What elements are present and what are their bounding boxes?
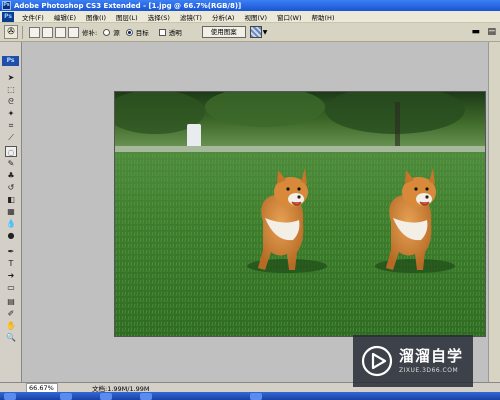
blur-tool-icon[interactable]: 💧: [5, 218, 17, 229]
menu-edit[interactable]: 编辑(E): [49, 12, 81, 22]
window-title: Adobe Photoshop CS3 Extended - [1.jpg @ …: [14, 1, 242, 10]
target-label: 目标: [135, 29, 149, 37]
menu-window[interactable]: 窗口(W): [272, 12, 307, 22]
new-selection-mode-button[interactable]: [29, 26, 40, 38]
shape-tool-icon[interactable]: ▭: [5, 282, 17, 293]
watermark-name: 溜溜自学: [399, 347, 464, 365]
menu-filter[interactable]: 滤镜(T): [175, 12, 207, 22]
photoshop-app-icon: Ps: [2, 1, 11, 10]
dodge-tool-icon[interactable]: ●: [5, 230, 17, 241]
zoom-level-field[interactable]: 66.67%: [26, 382, 58, 393]
pattern-picker-swatch[interactable]: [249, 26, 262, 38]
eraser-tool-icon[interactable]: ◧: [5, 194, 17, 205]
ps-menu-icon[interactable]: Ps: [2, 11, 14, 22]
slice-tool-icon[interactable]: ⟋: [5, 132, 17, 143]
options-divider: [22, 25, 23, 39]
menu-layer[interactable]: 图层(L): [111, 12, 143, 22]
menu-file[interactable]: 文件(F): [17, 12, 49, 22]
eyedropper-tool-icon[interactable]: ✐: [5, 308, 17, 319]
transparent-label: 透明: [168, 29, 182, 37]
menu-analysis[interactable]: 分析(A): [207, 12, 240, 22]
subtract-selection-mode-button[interactable]: [55, 26, 66, 38]
menu-image[interactable]: 图像(I): [81, 12, 111, 22]
site-watermark: 溜溜自学 ZIXUE.3D66.COM: [353, 335, 473, 387]
intersect-selection-mode-button[interactable]: [68, 26, 79, 38]
history-brush-tool-icon[interactable]: ↺: [5, 182, 17, 193]
lasso-tool-icon[interactable]: ᘓ: [5, 96, 17, 107]
taskbar-app-icon[interactable]: [60, 393, 72, 400]
source-radio[interactable]: [103, 28, 111, 36]
document-size-info[interactable]: 文档:1.99M/1.99M: [92, 383, 150, 393]
repair-label: 修补:: [82, 29, 98, 37]
play-logo-icon: [361, 345, 393, 377]
gradient-tool-icon[interactable]: ▦: [5, 206, 17, 217]
taskbar-app-icon[interactable]: [100, 393, 112, 400]
menu-help[interactable]: 帮助(H): [307, 12, 340, 22]
notes-tool-icon[interactable]: ▤: [5, 296, 17, 307]
marquee-tool-icon[interactable]: ⬚: [5, 84, 17, 95]
source-label: 源: [113, 29, 120, 37]
brushes-palette-icon[interactable]: ▬: [471, 27, 480, 37]
brush-tool-icon[interactable]: ✎: [5, 158, 17, 169]
crop-tool-icon[interactable]: ⌗: [5, 120, 17, 131]
move-tool-icon[interactable]: ➤: [5, 72, 17, 83]
watermark-url: ZIXUE.3D66.COM: [399, 367, 459, 374]
patch-tool-icon[interactable]: ◌: [5, 146, 17, 157]
pen-tool-icon[interactable]: ✒: [5, 246, 17, 257]
hand-tool-icon[interactable]: ✋: [5, 320, 17, 331]
menu-select[interactable]: 选择(S): [143, 12, 175, 22]
taskbar-app-icon[interactable]: [140, 393, 152, 400]
taskbar-app-icon[interactable]: [250, 393, 262, 400]
start-button-icon[interactable]: [4, 393, 16, 400]
type-tool-icon[interactable]: T: [5, 258, 17, 269]
use-pattern-button[interactable]: 使用图案: [201, 26, 246, 38]
patch-tool-preset-icon[interactable]: ✇: [4, 25, 18, 39]
target-radio[interactable]: [125, 28, 133, 36]
document-image[interactable]: [114, 91, 486, 337]
toolbox: Ps ➤ ⬚ ᘓ ✦ ⌗ ⟋ ◌ ✎ ♣ ↺ ◧ ▦ 💧 ● ✒ T ➜ ▭ ▤…: [0, 42, 22, 400]
zoom-tool-icon[interactable]: 🔍: [5, 332, 17, 343]
shiba-photo: [115, 92, 485, 336]
magic-wand-tool-icon[interactable]: ✦: [5, 108, 17, 119]
add-selection-mode-button[interactable]: [42, 26, 53, 38]
chevron-down-icon[interactable]: ▼: [263, 29, 268, 36]
windows-taskbar: [0, 392, 500, 400]
options-bar: ✇ 修补: 源 目标 透明 使用图案 ▼ ▬ ▤: [0, 23, 500, 42]
menu-bar: Ps 文件(F) 编辑(E) 图像(I) 图层(L) 选择(S) 滤镜(T) 分…: [0, 11, 500, 23]
menu-view[interactable]: 视图(V): [239, 12, 272, 22]
ps-badge-icon: Ps: [2, 56, 19, 66]
clone-stamp-tool-icon[interactable]: ♣: [5, 170, 17, 181]
transparent-checkbox[interactable]: [158, 28, 166, 36]
vertical-scrollbar[interactable]: [488, 42, 500, 382]
workspace-icon[interactable]: ▤: [487, 27, 496, 37]
title-bar: Ps Adobe Photoshop CS3 Extended - [1.jpg…: [0, 0, 500, 11]
path-selection-tool-icon[interactable]: ➜: [5, 270, 17, 281]
